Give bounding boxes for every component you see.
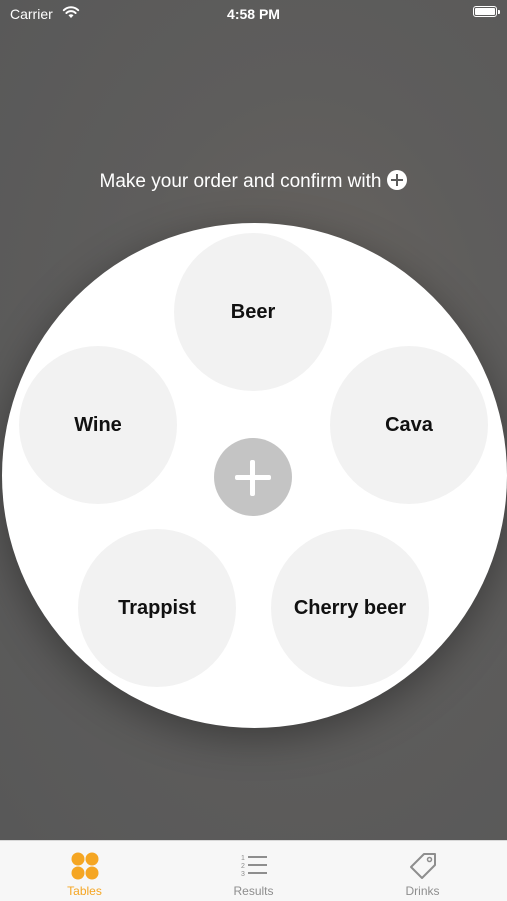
- tag-icon: [410, 853, 436, 879]
- status-bar: Carrier 4:58 PM: [0, 0, 507, 28]
- tab-results[interactable]: 1 2 3 Results: [169, 841, 338, 901]
- svg-text:1: 1: [241, 855, 245, 862]
- drink-button-cherry-beer[interactable]: Cherry beer: [271, 529, 429, 687]
- svg-text:2: 2: [241, 863, 245, 870]
- tab-bar: Tables 1 2 3 Results Drinks: [0, 840, 507, 901]
- tab-label: Drinks: [405, 884, 440, 898]
- status-time: 4:58 PM: [227, 6, 280, 22]
- drink-button-wine[interactable]: Wine: [19, 346, 177, 504]
- drink-label: Trappist: [118, 596, 196, 619]
- tab-tables[interactable]: Tables: [0, 841, 169, 901]
- tab-label: Tables: [67, 884, 102, 898]
- drink-label: Cherry beer: [293, 596, 407, 619]
- numbered-list-icon: 1 2 3: [241, 855, 267, 878]
- drink-label: Beer: [230, 300, 276, 323]
- tab-label: Results: [233, 884, 274, 898]
- tables-grid-icon: [71, 852, 99, 880]
- confirm-order-button[interactable]: [214, 438, 292, 516]
- drink-label: Wine: [74, 413, 122, 436]
- battery-icon: [473, 6, 500, 17]
- drink-button-trappist[interactable]: Trappist: [78, 529, 236, 687]
- drink-label: Cava: [385, 413, 433, 436]
- instruction-text: Make your order and confirm with: [0, 170, 507, 193]
- svg-text:3: 3: [241, 871, 245, 878]
- plus-circle-icon: [387, 170, 408, 190]
- drink-button-cava[interactable]: Cava: [330, 346, 488, 504]
- drink-button-beer[interactable]: Beer: [174, 233, 332, 391]
- tab-drinks[interactable]: Drinks: [338, 841, 507, 901]
- instruction-label: Make your order and confirm with: [99, 171, 382, 192]
